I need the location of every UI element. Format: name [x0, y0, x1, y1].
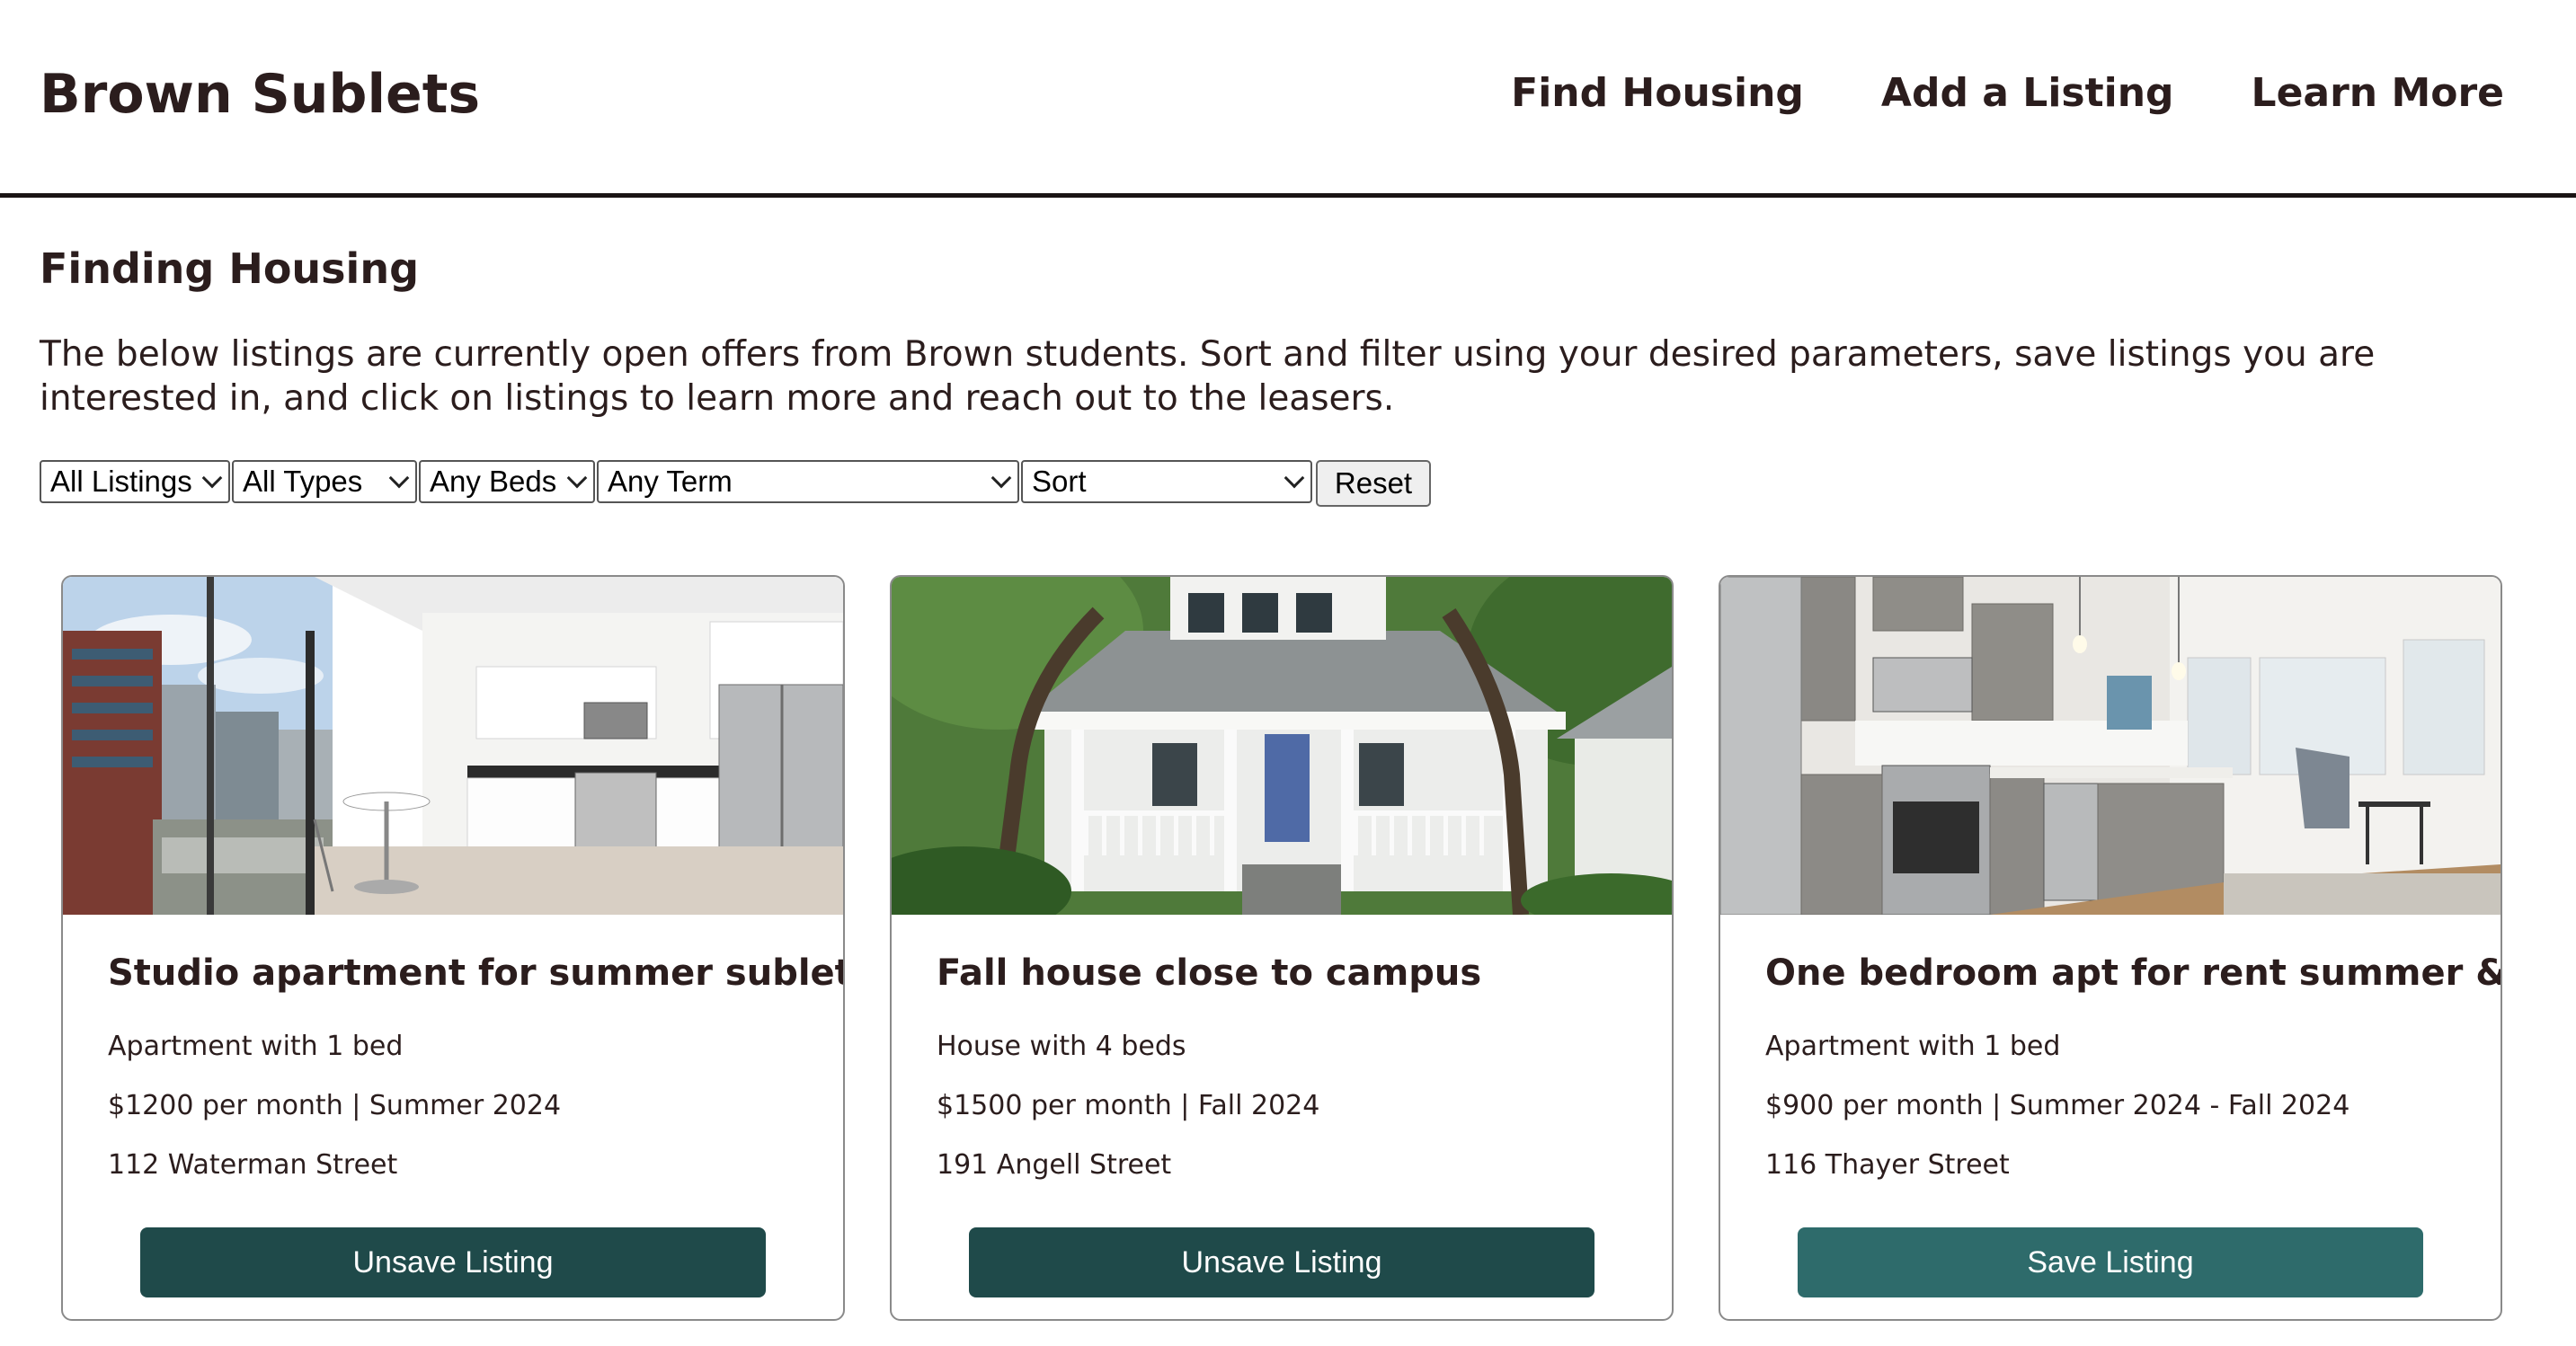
listing-type: House with 4 beds [937, 1031, 1186, 1062]
reset-button[interactable]: Reset [1316, 460, 1431, 507]
site-header: Brown Sublets Find Housing Add a Listing… [0, 0, 2576, 198]
listing-image[interactable] [63, 577, 843, 915]
chevron-down-icon [388, 467, 410, 489]
listing-price-term: $1500 per month | Fall 2024 [937, 1090, 1320, 1121]
unsave-listing-button[interactable]: Unsave Listing [969, 1227, 1594, 1297]
listing-type: Apartment with 1 bed [1765, 1031, 2061, 1062]
term-filter-value: Any Term [608, 465, 733, 498]
listing-address: 112 Waterman Street [108, 1149, 398, 1181]
beds-filter-select[interactable]: Any Beds [419, 460, 595, 503]
listing-card[interactable]: Studio apartment for summer sublet Apart… [61, 575, 845, 1321]
term-filter-select[interactable]: Any Term [597, 460, 1019, 503]
main-nav: Find Housing Add a Listing Learn More [1511, 70, 2504, 116]
unsave-listing-button[interactable]: Unsave Listing [140, 1227, 766, 1297]
nav-find-housing[interactable]: Find Housing [1511, 70, 1804, 116]
type-filter-select[interactable]: All Types [232, 460, 417, 503]
listing-address: 191 Angell Street [937, 1149, 1172, 1181]
listing-title[interactable]: One bedroom apt for rent summer & fall [1765, 952, 2500, 994]
intro-text: The below listings are currently open of… [40, 334, 2376, 419]
listings-filter-value: All Listings [50, 465, 192, 498]
nav-learn-more[interactable]: Learn More [2252, 70, 2504, 116]
save-listing-button[interactable]: Save Listing [1798, 1227, 2423, 1297]
listing-price-term: $900 per month | Summer 2024 - Fall 2024 [1765, 1090, 2350, 1121]
page-title: Finding Housing [40, 244, 419, 293]
listing-address: 116 Thayer Street [1765, 1149, 2010, 1181]
listing-type: Apartment with 1 bed [108, 1031, 404, 1062]
chevron-down-icon [990, 467, 1012, 489]
sort-select[interactable]: Sort [1021, 460, 1312, 503]
listing-card[interactable]: Fall house close to campus House with 4 … [890, 575, 1674, 1321]
nav-add-listing[interactable]: Add a Listing [1881, 70, 2174, 116]
listing-image[interactable] [892, 577, 1672, 915]
site-brand[interactable]: Brown Sublets [40, 63, 480, 126]
listing-card[interactable]: One bedroom apt for rent summer & fall A… [1719, 575, 2502, 1321]
listing-title[interactable]: Studio apartment for summer sublet [108, 952, 843, 994]
listings-filter-select[interactable]: All Listings [40, 460, 230, 503]
type-filter-value: All Types [243, 465, 363, 498]
listing-image[interactable] [1720, 577, 2500, 915]
chevron-down-icon [566, 467, 588, 489]
chevron-down-icon [201, 467, 223, 489]
listing-price-term: $1200 per month | Summer 2024 [108, 1090, 562, 1121]
filter-bar: All Listings All Types Any Beds Any Term… [40, 460, 1431, 507]
sort-value: Sort [1032, 465, 1087, 498]
chevron-down-icon [1284, 467, 1305, 489]
listing-title[interactable]: Fall house close to campus [937, 952, 1481, 994]
beds-filter-value: Any Beds [430, 465, 557, 498]
